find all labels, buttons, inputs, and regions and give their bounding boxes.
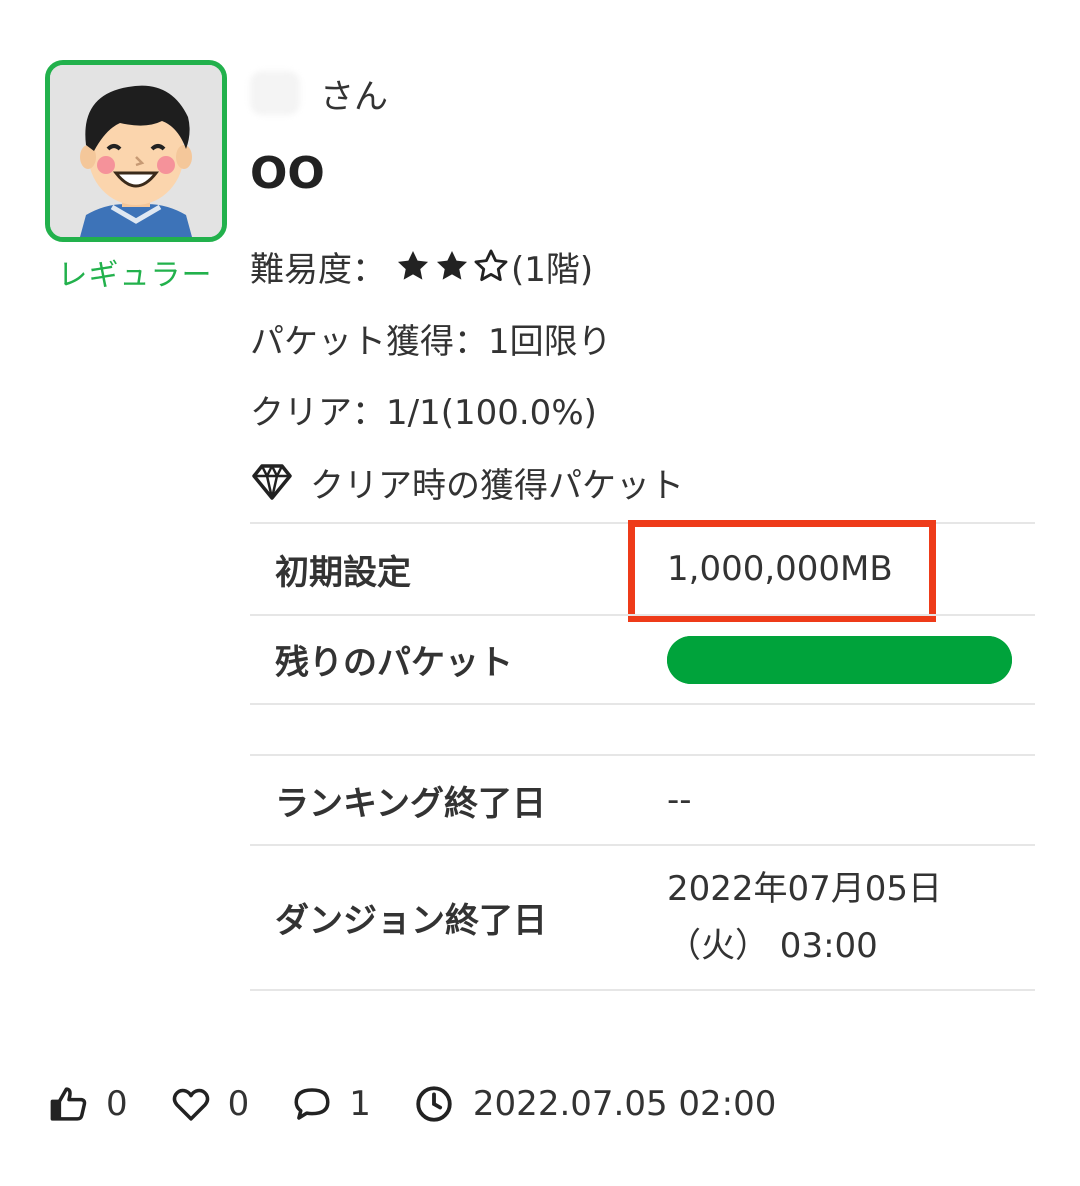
dungeon-title: OO — [250, 148, 325, 199]
post-timestamp: 2022.07.05 02:00 — [472, 1084, 777, 1124]
avatar-illustration — [50, 65, 222, 237]
table-row-spacer — [250, 703, 1035, 754]
remaining-packets-label: 残りのパケット — [275, 643, 513, 683]
user-rank-label: レギュラー — [57, 258, 213, 293]
comment-count: 1 — [349, 1084, 371, 1124]
highlight-annotation-box — [628, 520, 936, 622]
difficulty-floor: (1階) — [511, 249, 594, 290]
table-row-initial: 初期設定 1,000,000MB — [250, 520, 1035, 622]
remaining-packets-bar — [667, 635, 1012, 684]
username-suffix: さん — [320, 76, 388, 117]
packet-info-table: 初期設定 1,000,000MB 残りのパケット ランキング終了日 -- ダンジ… — [250, 520, 1035, 991]
clear-packets-heading-text: クリア時の獲得パケット — [310, 465, 684, 506]
like-count: 0 — [106, 1084, 128, 1124]
difficulty-row: 難易度： (1階) — [250, 240, 593, 292]
table-row-dungeon-end: ダンジョン終了日 2022年07月05日 （火） 03:00 — [250, 844, 1035, 991]
ranking-end-value: -- — [667, 779, 692, 820]
username-row: さん — [250, 68, 388, 118]
user-avatar[interactable] — [45, 60, 227, 242]
clear-packets-heading: クリア時の獲得パケット — [250, 456, 684, 508]
dungeon-end-value: 2022年07月05日 （火） 03:00 — [642, 861, 942, 975]
star-filled-icon — [394, 247, 432, 285]
diamond-icon — [250, 462, 294, 502]
packet-acquire-text: パケット獲得：1回限り — [250, 321, 612, 362]
table-row-ranking-end: ランキング終了日 -- — [250, 754, 1035, 844]
star-filled-icon — [433, 247, 471, 285]
initial-setting-label: 初期設定 — [275, 552, 411, 593]
dungeon-end-date: 2022年07月05日 — [667, 868, 943, 909]
dungeon-end-time: （火） 03:00 — [667, 925, 878, 966]
comment-icon[interactable] — [291, 1083, 333, 1125]
star-empty-icon — [472, 247, 510, 285]
clear-rate-text: クリア：1/1(100.0%) — [250, 392, 597, 433]
remaining-packets-bar-fill — [667, 635, 1012, 684]
clock-icon — [413, 1083, 455, 1125]
thumbs-up-icon[interactable] — [48, 1083, 90, 1125]
username-redacted — [250, 71, 300, 115]
difficulty-stars — [394, 247, 511, 285]
dungeon-end-label: ダンジョン終了日 — [275, 901, 547, 941]
favorite-count: 0 — [227, 1084, 250, 1124]
post-footer: 0 0 1 2022.07.05 02:00 — [48, 1078, 776, 1130]
difficulty-label: 難易度： — [250, 249, 386, 290]
heart-icon[interactable] — [170, 1083, 212, 1125]
ranking-end-label: ランキング終了日 — [275, 783, 546, 824]
table-row-remaining: 残りのパケット — [250, 614, 1035, 703]
